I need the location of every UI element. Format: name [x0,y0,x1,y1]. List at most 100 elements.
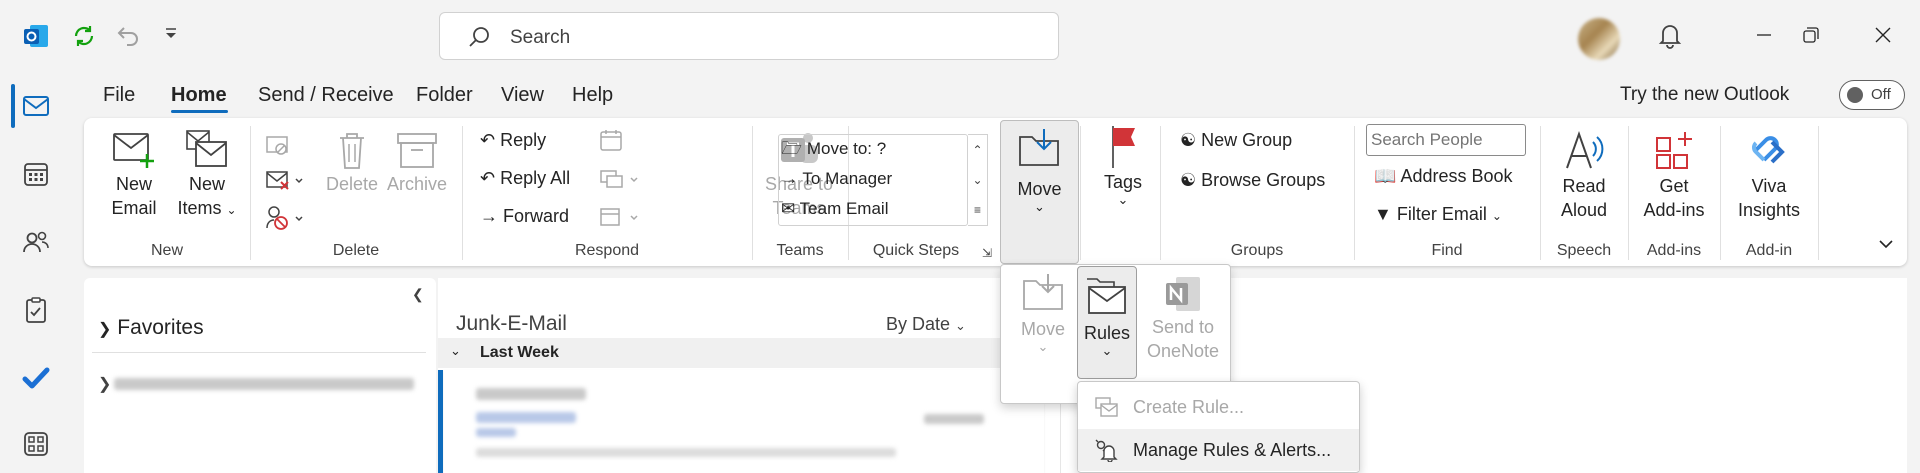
new-items-label-1: New [188,174,225,194]
calendar-icon[interactable] [14,152,58,196]
chevron-right-icon[interactable]: ❯ [98,374,111,394]
people-icon[interactable] [14,220,58,264]
archive-button[interactable]: Archive [384,128,450,196]
message-list: Junk-E-Mail By Date ⌄ ⌄ Last Week [438,278,1060,473]
read-aloud-icon [1566,130,1604,169]
im-icon[interactable] [598,166,644,197]
chevron-down-icon: ⌄ [450,343,461,358]
address-book-button[interactable]: 📖 Address Book [1374,164,1513,188]
filter-email-button[interactable]: ▼ Filter Email ⌄ [1374,202,1502,228]
tasks-icon[interactable] [14,288,58,332]
tab-view[interactable]: View [501,84,544,107]
manage-rules-item[interactable]: Manage Rules & Alerts... [1078,429,1359,471]
people-group-icon: ☯ [1180,170,1197,190]
folder-move-icon: 🗁 [781,139,803,158]
reply-label: Reply [500,130,547,150]
junk-icon[interactable] [264,204,306,237]
search-people-input[interactable] [1366,124,1526,156]
date-redacted [924,414,984,424]
quick-step-team-email[interactable]: ✉ Team Email [781,197,888,221]
reply-button[interactable]: ↶ Reply [480,128,546,152]
tab-help[interactable]: Help [572,84,613,107]
move-button[interactable]: Move ⌄ [1000,120,1079,264]
browse-groups-button[interactable]: ☯ Browse Groups [1180,168,1325,192]
send-to-onenote-button[interactable]: Send to OneNote [1141,273,1225,363]
todo-icon[interactable] [14,356,58,400]
get-addins-label-1: Get [1659,176,1689,196]
new-outlook-toggle[interactable]: Off [1839,80,1905,110]
meeting-icon[interactable] [598,128,624,159]
move-folder-icon [1019,129,1059,166]
subject-redacted [476,412,576,423]
group-header[interactable]: ⌄ Last Week [438,338,1060,368]
tab-file[interactable]: File [103,84,135,107]
new-email-label-1: New [115,174,152,194]
customize-toolbar-icon[interactable] [163,26,179,47]
create-rule-item[interactable]: Create Rule... [1078,386,1359,428]
favorites-node[interactable]: ❯ Favorites [98,316,204,340]
more-respond-icon[interactable] [598,204,644,235]
group-label-delete: Delete [332,242,380,259]
group-separator [1354,126,1355,260]
restore-icon[interactable] [1802,26,1820,49]
avatar[interactable] [1578,18,1620,60]
mail-icon[interactable] [14,84,58,128]
undo-icon[interactable] [113,22,141,55]
new-items-button[interactable]: New Items ⌄ [172,128,242,222]
ribbon-collapse-icon[interactable] [1878,236,1894,257]
new-email-label-2: Email [111,198,157,218]
new-email-button[interactable]: New Email [104,128,164,220]
forward-button[interactable]: → Forward [480,204,569,228]
manage-rules-icon [1095,439,1118,462]
search-input[interactable]: Search [439,12,1059,60]
dialog-launcher-icon[interactable]: ⇲ [982,246,992,260]
collapse-pane-icon[interactable]: ❮ [412,286,424,303]
group-label-addin: Add-in [1745,242,1793,259]
sync-icon[interactable] [70,22,98,55]
rules-icon [1087,278,1126,314]
more-apps-icon[interactable] [14,422,58,466]
quick-step-move-to[interactable]: 🗁 Move to: ? [781,137,886,161]
get-addins-button[interactable]: Get Add-ins [1634,128,1714,222]
reply-all-icon: ↶ [480,168,496,188]
search-placeholder: Search [510,27,571,48]
viva-insights-icon [1752,136,1785,164]
list-item[interactable] [444,370,1044,473]
move-submenu-button[interactable]: Move ⌄ [1009,273,1077,353]
quick-step-to-manager[interactable]: → To Manager [781,167,892,191]
tab-send-receive[interactable]: Send / Receive [258,84,394,107]
ignore-icon[interactable] [264,132,290,163]
active-tab-indicator [171,110,228,113]
reply-icon: ↶ [480,130,496,150]
move-submenu-label: Move [1020,319,1065,339]
new-group-button[interactable]: ☯ New Group [1180,128,1292,152]
reply-all-button[interactable]: ↶ Reply All [480,166,570,190]
selected-indicator [438,370,443,473]
close-icon[interactable] [1874,26,1892,49]
tab-folder[interactable]: Folder [416,84,473,107]
delete-button[interactable]: Delete [322,128,382,196]
filter-icon: ▼ [1374,204,1392,224]
quick-steps-scroller[interactable]: ⌃ ⌄ ≡ [968,134,988,226]
group-label-speech: Speech [1556,242,1612,259]
group-separator [1160,126,1161,260]
onenote-icon [1166,277,1200,311]
tab-home[interactable]: Home [171,84,227,107]
minimize-icon[interactable] [1755,26,1773,49]
addins-icon [1656,132,1692,169]
viva-label-2: Insights [1737,200,1801,220]
bell-icon[interactable] [1655,20,1685,55]
reply-all-label: Reply All [500,168,571,188]
viva-insights-button[interactable]: Viva Insights [1724,128,1814,222]
read-aloud-button[interactable]: Read Aloud [1544,128,1624,222]
cleanup-icon[interactable] [264,168,306,199]
ribbon: New Email New Items ⌄ New Delete Archive… [84,118,1907,266]
tags-button[interactable]: Tags ⌄ [1086,122,1160,206]
rules-button[interactable]: Rules ⌄ [1077,266,1137,379]
chevron-down-icon: ⌄ [1037,339,1049,354]
account-name-redacted[interactable] [114,378,414,390]
new-email-icon [113,133,154,168]
sort-button[interactable]: By Date ⌄ [886,314,966,335]
browse-groups-label: Browse Groups [1201,170,1326,190]
tags-label: Tags [1103,172,1143,192]
